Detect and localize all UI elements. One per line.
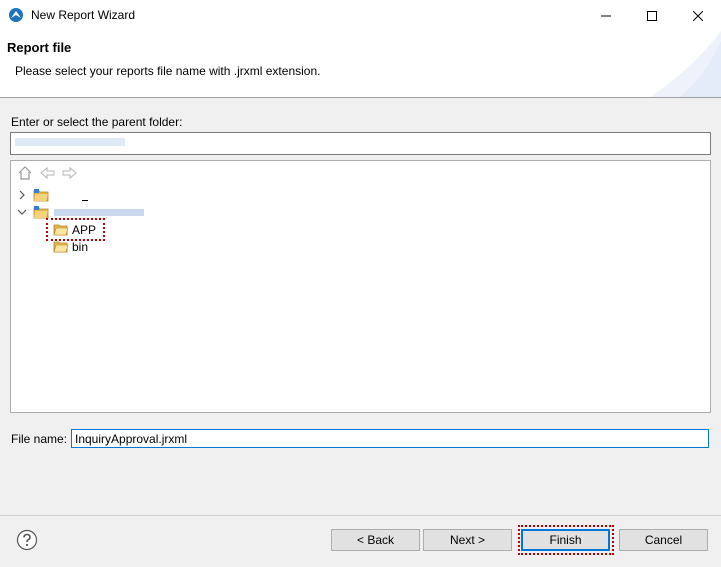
help-icon[interactable] [16,529,38,551]
home-icon[interactable] [18,166,32,180]
minimize-icon [601,15,611,16]
parent-folder-input[interactable] [10,132,711,155]
finish-highlight [518,525,614,555]
cancel-button[interactable]: Cancel [619,529,708,551]
redacted-name [54,208,144,216]
file-name-input[interactable]: InquiryApproval.jrxml [71,429,709,448]
window-title: New Report Wizard [31,8,136,22]
close-icon [693,10,703,21]
back-button[interactable]: < Back [331,529,420,551]
next-button[interactable]: Next > [423,529,512,551]
title-bar: New Report Wizard [0,0,721,31]
chevron-down-icon[interactable] [17,207,27,217]
maximize-button[interactable] [629,0,675,31]
redacted-mark [82,199,88,201]
tree-item-label: bin [72,240,89,254]
separator [0,515,721,516]
app-icon [9,8,23,22]
back-arrow-icon[interactable] [40,166,55,180]
banner-decoration [650,31,721,97]
forward-arrow-icon[interactable] [62,166,77,180]
parent-folder-label: Enter or select the parent folder: [11,115,183,129]
maximize-icon [647,10,657,21]
file-name-label: File name: [11,432,68,446]
project-folder-icon [33,189,49,202]
wizard-banner: Report file Please select your reports f… [0,31,721,98]
page-description: Please select your reports file name wit… [15,64,321,78]
tree-item-bin[interactable]: bin [53,238,88,256]
chevron-right-icon[interactable] [17,190,27,200]
folder-icon [53,241,69,253]
close-button[interactable] [675,0,721,31]
folder-tree[interactable]: APP bin [10,160,711,413]
page-title: Report file [7,40,72,55]
tree-item-project-1[interactable] [17,186,88,204]
project-folder-icon [33,206,49,219]
redacted-path [15,138,125,146]
minimize-button[interactable] [583,0,629,31]
